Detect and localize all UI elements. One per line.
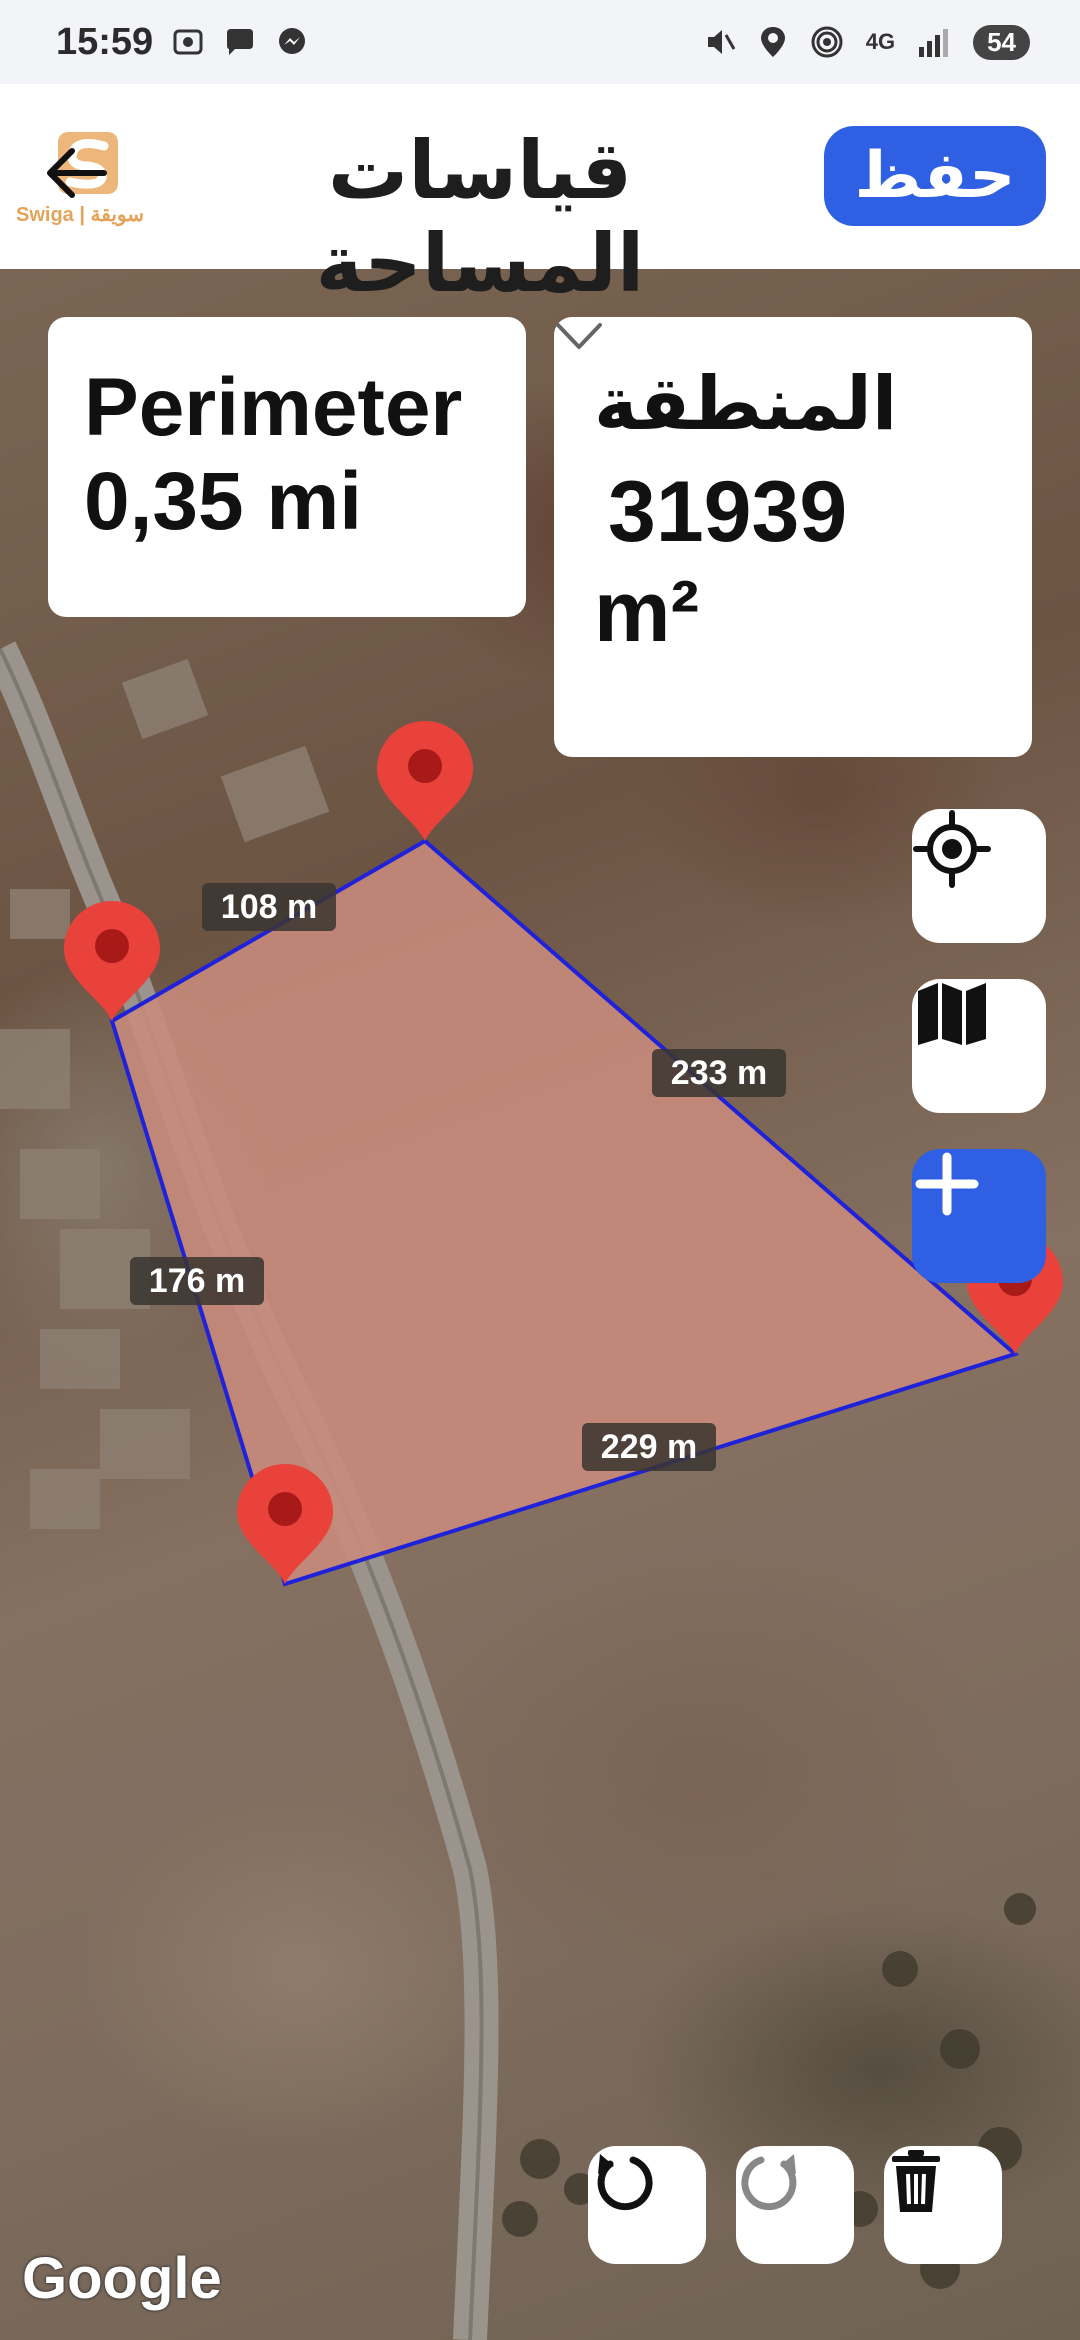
app-bar: Swiga | سويقة قياسات المساحة حفظ: [0, 84, 1080, 310]
google-attribution: Google: [22, 2246, 222, 2311]
svg-text:229 m: 229 m: [601, 1428, 697, 1466]
signal-icon: [919, 29, 949, 57]
redo-icon: [741, 2154, 797, 2211]
plus-icon: [915, 1152, 979, 1216]
trash-icon: [892, 2150, 940, 2212]
map-marker[interactable]: [377, 721, 473, 841]
svg-text:108 m: 108 m: [221, 888, 317, 926]
perimeter-label: Perimeter: [84, 362, 463, 453]
page-title: قياسات المساحة: [315, 124, 645, 310]
area-unit: m²: [594, 564, 700, 660]
network-type: 4G: [865, 29, 896, 54]
screenshot-icon: [173, 29, 203, 55]
status-bar: 15:59 4G 54: [0, 0, 1080, 84]
delete-button[interactable]: [884, 2146, 1002, 2264]
svg-text:233 m: 233 m: [671, 1054, 767, 1092]
locate-button[interactable]: [912, 809, 1046, 943]
battery-indicator: 54: [973, 24, 1030, 60]
svg-text:176 m: 176 m: [149, 1262, 245, 1300]
edge-label-108: 108 m: [202, 883, 336, 931]
map-icon: [918, 983, 986, 1045]
undo-icon: [597, 2154, 653, 2211]
area-value: 31939: [608, 464, 848, 560]
map-type-button[interactable]: [912, 979, 1046, 1113]
undo-button[interactable]: [588, 2146, 706, 2264]
save-button[interactable]: حفظ: [824, 126, 1046, 226]
area-card[interactable]: المنطقة 31939 m²: [554, 317, 1032, 757]
messenger-icon: [279, 28, 306, 54]
edge-label-229: 229 m: [582, 1423, 716, 1471]
arrow-left-icon: [47, 148, 107, 198]
edge-label-176: 176 m: [130, 1257, 264, 1305]
perimeter-card: Perimeter 0,35 mi: [48, 317, 526, 617]
status-time: 15:59: [56, 20, 154, 63]
location-icon: [760, 27, 785, 57]
chat-bubble-icon: [227, 29, 254, 55]
add-point-button[interactable]: [912, 1149, 1046, 1283]
area-label: المنطقة: [594, 361, 898, 447]
chevron-down-icon[interactable]: [554, 317, 604, 357]
map-view[interactable]: 108 m 233 m 176 m 229 m Perimeter 0,35 m…: [0, 269, 1080, 2340]
edge-label-233: 233 m: [652, 1049, 786, 1097]
hotspot-icon: [811, 26, 843, 58]
redo-button[interactable]: [736, 2146, 854, 2264]
crosshair-icon: [913, 810, 991, 888]
mute-icon: [707, 30, 736, 54]
perimeter-value: 0,35 mi: [84, 456, 363, 547]
back-button[interactable]: [30, 128, 120, 218]
measured-area-polygon[interactable]: [109, 838, 1020, 1587]
